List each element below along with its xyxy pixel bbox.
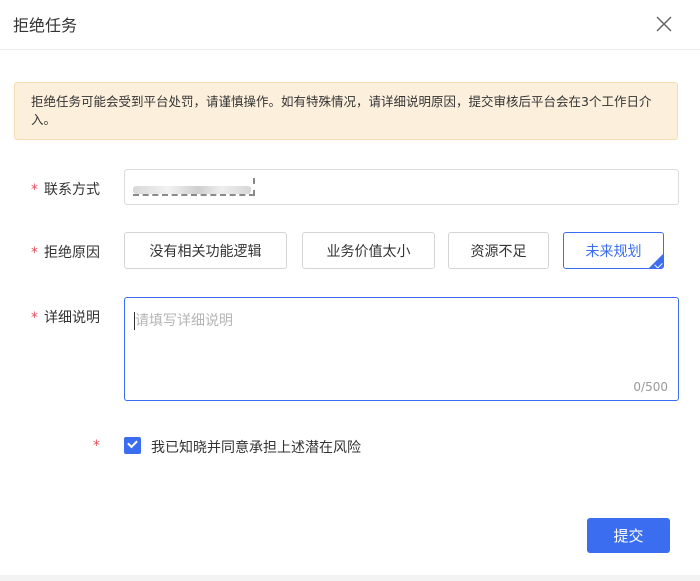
agree-checkbox[interactable]: [124, 437, 141, 454]
masked-contact-value: [133, 178, 255, 198]
close-button[interactable]: [654, 14, 674, 34]
detail-label: * 详细说明: [31, 307, 100, 327]
required-mark: *: [31, 310, 38, 326]
required-mark: *: [31, 245, 38, 261]
dialog-title: 拒绝任务: [13, 16, 78, 35]
reason-label-text: 拒绝原因: [44, 245, 100, 261]
text-cursor: [134, 312, 135, 330]
required-mark: *: [93, 438, 100, 454]
reason-option-insufficient-resources[interactable]: 资源不足: [448, 232, 549, 269]
detail-textarea-wrapper: 0/500: [124, 297, 679, 401]
bottom-divider: [0, 575, 700, 581]
reason-option-future-plan[interactable]: 未来规划: [563, 232, 664, 269]
contact-field[interactable]: [124, 169, 679, 205]
reason-option-label: 未来规划: [585, 243, 642, 260]
contact-label: * 联系方式: [31, 179, 100, 199]
char-counter: 0/500: [633, 380, 668, 394]
detail-textarea[interactable]: [125, 298, 678, 400]
masked-underline: [133, 192, 255, 196]
check-icon: [127, 437, 138, 449]
dialog-header: 拒绝任务: [0, 0, 700, 50]
reason-option-low-value[interactable]: 业务价值太小: [302, 232, 435, 269]
close-icon: [656, 16, 672, 32]
agree-text: 我已知晓并同意承担上述潜在风险: [151, 440, 361, 456]
masked-edge: [249, 178, 255, 196]
detail-label-text: 详细说明: [44, 310, 100, 326]
warning-notice: 拒绝任务可能会受到平台处罚，请谨慎操作。如有特殊情况，请详细说明原因，提交审核后…: [14, 82, 678, 140]
contact-label-text: 联系方式: [44, 182, 100, 198]
required-mark: *: [31, 182, 38, 198]
submit-button[interactable]: 提交: [587, 518, 670, 553]
reason-label: * 拒绝原因: [31, 242, 100, 262]
reason-option-no-related-logic[interactable]: 没有相关功能逻辑: [124, 232, 287, 269]
